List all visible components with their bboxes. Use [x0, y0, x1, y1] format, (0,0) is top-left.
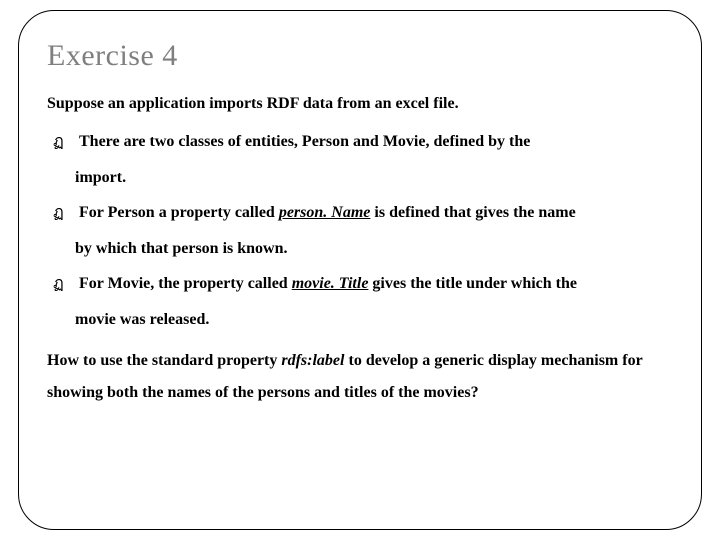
question-text: How to use the standard property rdfs:la…	[47, 345, 673, 409]
rdfs-label: rdfs:label	[281, 352, 344, 369]
bullet-text-post: gives the title under which the	[368, 275, 577, 292]
bullet-text-pre: For Movie, the property called	[79, 275, 292, 292]
list-item: ฏ For Person a property called person. N…	[53, 202, 673, 259]
bullet-continuation: by which that person is known.	[75, 238, 673, 260]
list-item: ฏ For Movie, the property called movie. …	[53, 273, 673, 330]
property-name: movie. Title	[292, 275, 369, 292]
intro-text: Suppose an application imports RDF data …	[47, 95, 673, 113]
bullet-text: There are two classes of entities, Perso…	[79, 133, 530, 150]
bullet-icon: ฏ	[53, 202, 64, 224]
slide-frame: Exercise 4 Suppose an application import…	[18, 10, 702, 530]
list-item: ฏ There are two classes of entities, Per…	[53, 131, 673, 188]
question-pre: How to use the standard property	[47, 352, 281, 369]
bullet-continuation: import.	[75, 167, 673, 189]
slide-title: Exercise 4	[47, 39, 673, 73]
bullet-list: ฏ There are two classes of entities, Per…	[47, 131, 673, 331]
bullet-text-post: is defined that gives the name	[370, 204, 575, 221]
bullet-icon: ฏ	[53, 273, 64, 295]
bullet-icon: ฏ	[53, 131, 64, 153]
bullet-text-pre: For Person a property called	[79, 204, 279, 221]
bullet-continuation: movie was released.	[75, 309, 673, 331]
property-name: person. Name	[279, 204, 371, 221]
